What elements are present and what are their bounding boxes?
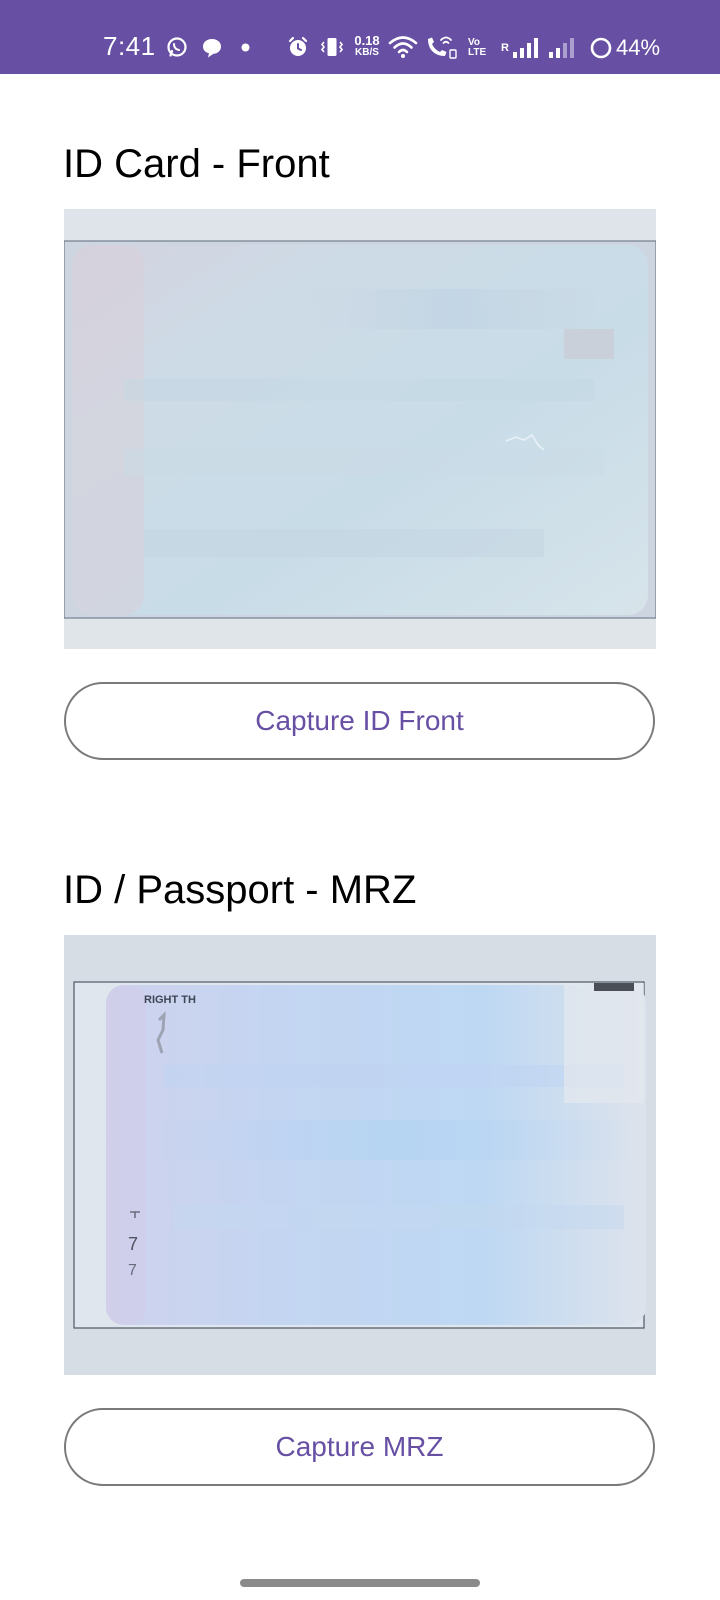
battery-ring-icon <box>590 37 612 59</box>
wifi-calling-icon <box>428 36 457 59</box>
capture-mrz-button[interactable]: Capture MRZ <box>64 1408 655 1486</box>
id-front-card-image <box>64 209 656 649</box>
roaming-label: R <box>501 42 509 54</box>
whatsapp-icon <box>167 37 187 57</box>
id-front-title: ID Card - Front <box>63 142 330 186</box>
net-speed-value: 0.18 <box>354 33 380 48</box>
signal-weak-icon <box>549 38 574 58</box>
mrz-digit-2: 7 <box>128 1262 137 1279</box>
net-speed-indicator: 0.18 KB/S <box>350 33 384 59</box>
mrz-card-text: RIGHT TH <box>144 994 196 1006</box>
mrz-digit-1: 7 <box>128 1234 138 1254</box>
wifi-icon <box>388 36 418 58</box>
home-indicator[interactable] <box>240 1579 480 1587</box>
vibrate-icon <box>320 38 344 56</box>
alarm-icon <box>288 36 308 56</box>
capture-id-front-button[interactable]: Capture ID Front <box>64 682 655 760</box>
status-bar: 7:41 0.18 KB/S Vo LTE R 44% <box>0 0 720 74</box>
mrz-title: ID / Passport - MRZ <box>63 868 417 912</box>
net-speed-unit: KB/S <box>355 47 379 58</box>
id-front-preview <box>64 209 656 649</box>
signal-icon <box>513 38 538 58</box>
status-time: 7:41 <box>103 31 156 61</box>
volte-bottom: LTE <box>468 47 487 58</box>
battery-percent: 44% <box>616 35 661 60</box>
mrz-preview: RIGHT TH 7 7 <box>64 935 656 1375</box>
dot-icon <box>241 43 250 52</box>
chat-bubble-icon <box>203 39 221 58</box>
mrz-card-image: RIGHT TH 7 7 <box>64 935 656 1375</box>
volte-indicator: Vo LTE <box>468 38 486 58</box>
